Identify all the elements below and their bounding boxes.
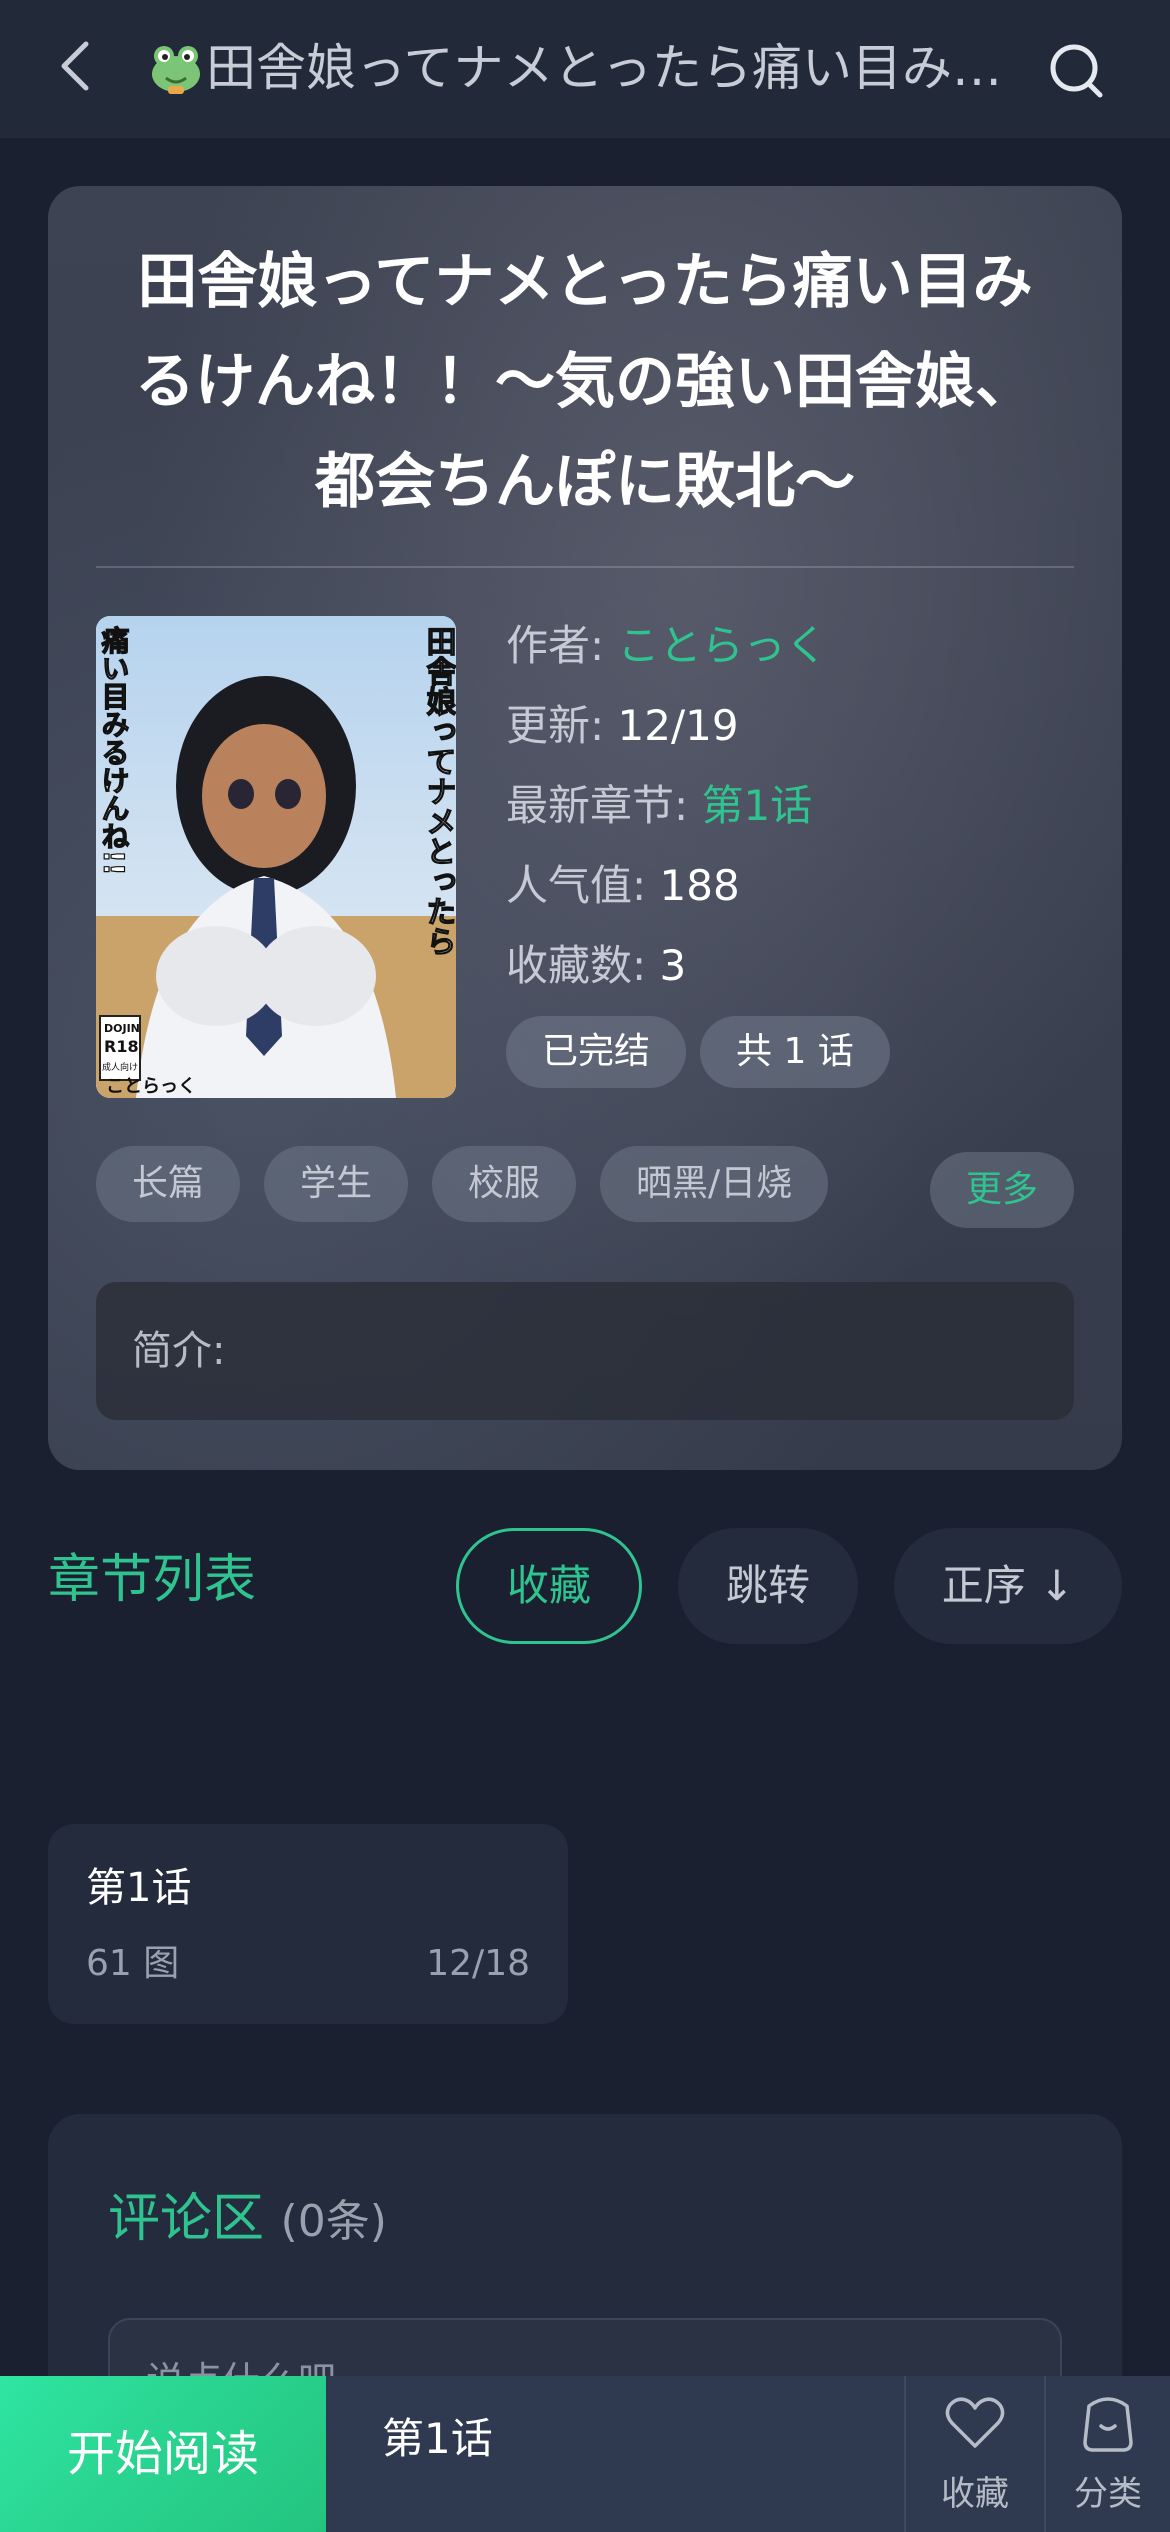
status-pills: 已完结 共 1 话	[506, 1016, 890, 1088]
tag-item[interactable]: 晒黑/日烧	[600, 1146, 829, 1222]
current-chapter-label[interactable]: 第1话	[382, 2376, 493, 2502]
status-badge: 已完结	[506, 1016, 687, 1088]
divider	[96, 566, 1074, 568]
book-info-card: 田舎娘ってナメとったら痛い目みるけんね！！〜気の強い田舎娘、都会ちんぽに敗北〜 …	[48, 186, 1122, 1470]
meta-latest-row: 最新章节: 第1话	[506, 766, 1086, 846]
cover-badge-bottom: 成人向け	[102, 1061, 138, 1073]
bottom-favorite-button[interactable]: 收藏	[906, 2376, 1044, 2532]
comments-count: (0条)	[280, 2196, 387, 2247]
book-meta: 作者: ことらっく 更新: 12/19 最新章节: 第1话 人气值: 188 收…	[506, 606, 1086, 1006]
bottom-favorite-label: 收藏	[941, 2474, 1009, 2514]
page-title: 田舎娘ってナメとったら痛い目みるけんね！！〜気の強い田舎娘、都会ちんぽに敗北〜	[206, 39, 1006, 97]
update-date: 12/19	[617, 701, 739, 750]
meta-popularity-row: 人气值: 188	[506, 846, 1086, 926]
back-arrow-icon[interactable]	[48, 36, 108, 96]
start-reading-button[interactable]: 开始阅读	[0, 2376, 326, 2532]
meta-author-label: 作者:	[506, 621, 605, 670]
chapter-name: 第1话	[86, 1865, 192, 1911]
top-nav-bar: 田舎娘ってナメとったら痛い目みるけんね！！〜気の強い田舎娘、都会ちんぽに敗北〜	[0, 0, 1170, 138]
heart-icon	[942, 2390, 1008, 2456]
bottom-action-bar: 开始阅读 第1话 收藏 分类	[0, 2376, 1170, 2532]
meta-favorites-row: 收藏数: 3	[506, 926, 1086, 1006]
popularity-value: 188	[659, 861, 740, 910]
jump-button[interactable]: 跳转	[678, 1528, 858, 1644]
favorite-button[interactable]: 收藏	[456, 1528, 642, 1644]
latest-chapter-link[interactable]: 第1话	[702, 781, 813, 830]
tag-item[interactable]: 校服	[432, 1146, 577, 1222]
intro-label: 简介:	[132, 1328, 226, 1374]
chapter-item[interactable]: 第1话 61 图 12/18	[48, 1824, 568, 2024]
frog-icon	[148, 40, 204, 96]
author-link[interactable]: ことらっく	[618, 621, 828, 670]
chapter-image-count: 61 图	[86, 1943, 180, 1984]
meta-author-row: 作者: ことらっく	[506, 606, 1086, 686]
search-icon[interactable]	[1044, 38, 1108, 102]
book-title: 田舎娘ってナメとったら痛い目みるけんね！！〜気の強い田舎娘、都会ちんぽに敗北〜	[135, 247, 1035, 517]
cover-subtitle: 痛い目みるけんね!!	[98, 625, 131, 876]
category-bag-icon	[1075, 2390, 1141, 2456]
chapter-list-heading: 章节列表	[48, 1550, 257, 1610]
tag-list: 长篇 学生 校服 晒黑/日烧	[96, 1146, 829, 1222]
cover-badge-r18: R18	[104, 1037, 139, 1056]
chapter-date: 12/18	[426, 1943, 530, 1984]
favorites-count: 3	[659, 941, 687, 990]
comments-heading: 评论区 (0条)	[108, 2174, 387, 2267]
cover-vertical-title: 田舎娘ってナメとったら	[421, 626, 457, 956]
meta-favorites-label: 收藏数:	[506, 941, 647, 990]
cover-image[interactable]: DOJIN R18 成人向け ことらっく 田舎娘ってナメとったら 痛い目みるけん…	[96, 616, 456, 1098]
meta-latest-label: 最新章节:	[506, 781, 689, 830]
bottom-category-button[interactable]: 分类	[1046, 2376, 1170, 2532]
tag-item[interactable]: 学生	[264, 1146, 409, 1222]
tag-item[interactable]: 长篇	[96, 1146, 241, 1222]
meta-update-label: 更新:	[506, 701, 605, 750]
intro-box[interactable]: 简介:	[96, 1282, 1074, 1420]
cover-badge-top: DOJIN	[104, 1022, 140, 1035]
meta-popularity-label: 人气值:	[506, 861, 647, 910]
more-tags-button[interactable]: 更多	[930, 1152, 1074, 1228]
meta-update-row: 更新: 12/19	[506, 686, 1086, 766]
sort-order-button[interactable]: 正序 ↓	[894, 1528, 1122, 1644]
bottom-category-label: 分类	[1074, 2474, 1142, 2514]
comments-title: 评论区	[108, 2189, 265, 2249]
chapter-total-badge: 共 1 话	[700, 1016, 890, 1088]
cover-author: ことらっく	[106, 1076, 196, 1097]
